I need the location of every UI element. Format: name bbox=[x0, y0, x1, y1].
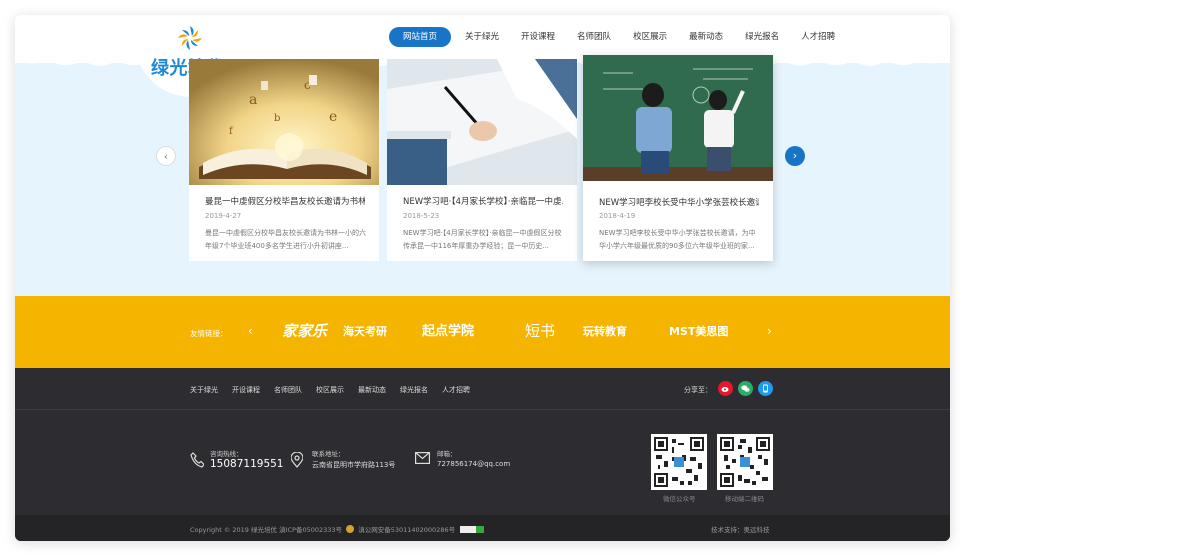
news-date: 2018-5-23 bbox=[403, 212, 440, 220]
tech-support[interactable]: 技术支持：奥远科技 bbox=[711, 524, 770, 534]
carousel-next-button[interactable]: › bbox=[785, 146, 805, 166]
wechat-share-icon[interactable] bbox=[738, 381, 753, 396]
qr-label-mobile: 移动端二维码 bbox=[725, 495, 764, 503]
main-nav: 网站首页 关于绿光 开设课程 名师团队 校区展示 最新动态 绿光报名 人才招聘 bbox=[389, 27, 843, 47]
nav-item[interactable]: 校区展示 bbox=[625, 27, 675, 47]
wechat-qr-code bbox=[651, 434, 707, 490]
friend-links-label: 友情链接： bbox=[190, 329, 228, 338]
nav-item[interactable]: 最新动态 bbox=[681, 27, 731, 47]
news-title[interactable]: NEW学习吧李校长受中华小学张芸校长邀请... bbox=[599, 196, 759, 208]
nav-item[interactable]: 绿光报名 bbox=[737, 27, 787, 47]
news-summary: 曼昆一中虔假区分校毕昌友校长邀请为书林一小的六年级7个毕业班400多名学生进行小… bbox=[205, 229, 366, 250]
news-image-book: a c e b f bbox=[189, 59, 379, 185]
footer-divider bbox=[15, 409, 950, 410]
copyright-icp[interactable]: Copyright © 2019 绿光培优 滇ICP备05002333号 bbox=[190, 526, 342, 534]
footer-nav-item[interactable]: 关于绿光 bbox=[190, 385, 218, 395]
browser-page: 网站首页 关于绿光 开设课程 名师团队 校区展示 最新动态 绿光报名 人才招聘 绿光培优 ‹ … bbox=[15, 15, 950, 541]
news-summary: NEW学习吧·【4月家长学校】·亲临昆一中虔假区分校传承昆一中116年厚重办学经… bbox=[403, 229, 562, 250]
qr-label-wechat: 微信公众号 bbox=[663, 495, 696, 503]
email-label: 邮箱： bbox=[437, 450, 457, 458]
site-footer: 关于绿光 开设课程 名师团队 校区展示 最新动态 绿光报名 人才招聘 分享至： 咨询热线： … bbox=[15, 368, 950, 541]
footer-nav-item[interactable]: 校区展示 bbox=[316, 385, 344, 395]
news-summary: NEW学习吧李校长受中华小学张芸校长邀请，为中华小学六年级最优质的90多位六年级… bbox=[599, 229, 756, 250]
footer-nav-item[interactable]: 名师团队 bbox=[274, 385, 302, 395]
carousel-prev-button[interactable]: ‹ bbox=[156, 146, 176, 166]
svg-text:e: e bbox=[329, 109, 337, 125]
news-image-writing bbox=[387, 59, 577, 185]
news-image-chalkboard bbox=[583, 55, 773, 181]
nav-item[interactable]: 网站首页 bbox=[389, 27, 452, 47]
partner-logo-jiajiale[interactable]: 家家乐 bbox=[282, 320, 327, 341]
copyright-text: Copyright © 2019 绿光培优 滇ICP备05002333号 滇公网… bbox=[190, 524, 485, 534]
footer-nav: 关于绿光 开设课程 名师团队 校区展示 最新动态 绿光报名 人才招聘 bbox=[190, 385, 470, 395]
nav-item[interactable]: 开设课程 bbox=[513, 27, 563, 47]
partner-logo-duanshu[interactable]: 短书 bbox=[525, 320, 555, 341]
police-badge-icon bbox=[346, 525, 355, 533]
phone-icon bbox=[190, 452, 204, 468]
nav-item[interactable]: 关于绿光 bbox=[457, 27, 507, 47]
hotline-number: 15087119551 bbox=[210, 458, 284, 470]
links-prev-button[interactable]: ‹ bbox=[248, 324, 253, 338]
footer-nav-item[interactable]: 人才招聘 bbox=[442, 385, 470, 395]
friend-links-band: 友情链接： ‹ › 家家乐 海天考研 起点学院 短书 玩转教育 MST美思图 bbox=[15, 296, 950, 368]
news-title[interactable]: NEW学习吧·【4月家长学校】·亲临昆一中虔... bbox=[403, 195, 563, 207]
news-date: 2019-4-27 bbox=[205, 212, 242, 220]
weibo-share-icon[interactable] bbox=[718, 381, 733, 396]
partner-logo-meisitu[interactable]: MST美思图 bbox=[669, 323, 728, 339]
email-icon bbox=[415, 452, 430, 464]
news-card[interactable]: a c e b f 曼昆一中虔假区分校毕昌友校长邀请为书林... 2019-4-… bbox=[189, 59, 379, 261]
partner-logo-haitian[interactable]: 海天考研 bbox=[343, 323, 387, 339]
news-card[interactable]: NEW学习吧李校长受中华小学张芸校长邀请... 2018-4-19 NEW学习吧… bbox=[583, 55, 773, 261]
partner-logo-wanzhuan[interactable]: 玩转教育 bbox=[583, 323, 627, 339]
location-icon bbox=[291, 452, 303, 468]
hotline-label: 咨询热线： bbox=[210, 450, 243, 458]
links-next-button[interactable]: › bbox=[767, 324, 772, 338]
address-value: 云南省昆明市学府路113号 bbox=[312, 461, 396, 469]
news-date: 2018-4-19 bbox=[599, 212, 636, 220]
svg-text:b: b bbox=[274, 113, 280, 124]
share-label: 分享至： bbox=[684, 386, 712, 394]
news-card[interactable]: NEW学习吧·【4月家长学校】·亲临昆一中虔... 2018-5-23 NEW学… bbox=[387, 59, 577, 261]
nav-item[interactable]: 名师团队 bbox=[569, 27, 619, 47]
partner-logo-qidian[interactable]: 起点学院 bbox=[422, 320, 474, 339]
email-value[interactable]: 727856174@qq.com bbox=[437, 460, 510, 468]
footer-nav-item[interactable]: 最新动态 bbox=[358, 385, 386, 395]
mobile-share-icon[interactable] bbox=[758, 381, 773, 396]
cnzz-badge-icon bbox=[460, 526, 485, 533]
nav-item[interactable]: 人才招聘 bbox=[793, 27, 843, 47]
copyright-bar: Copyright © 2019 绿光培优 滇ICP备05002333号 滇公网… bbox=[15, 515, 950, 541]
news-title[interactable]: 曼昆一中虔假区分校毕昌友校长邀请为书林... bbox=[205, 195, 365, 207]
police-record[interactable]: 滇公网安备53011402000286号 bbox=[358, 526, 455, 534]
address-label: 联系地址： bbox=[312, 450, 345, 458]
mobile-qr-code bbox=[717, 434, 773, 490]
svg-text:a: a bbox=[249, 92, 257, 108]
footer-nav-item[interactable]: 绿光报名 bbox=[400, 385, 428, 395]
logo-icon bbox=[178, 26, 202, 50]
footer-nav-item[interactable]: 开设课程 bbox=[232, 385, 260, 395]
